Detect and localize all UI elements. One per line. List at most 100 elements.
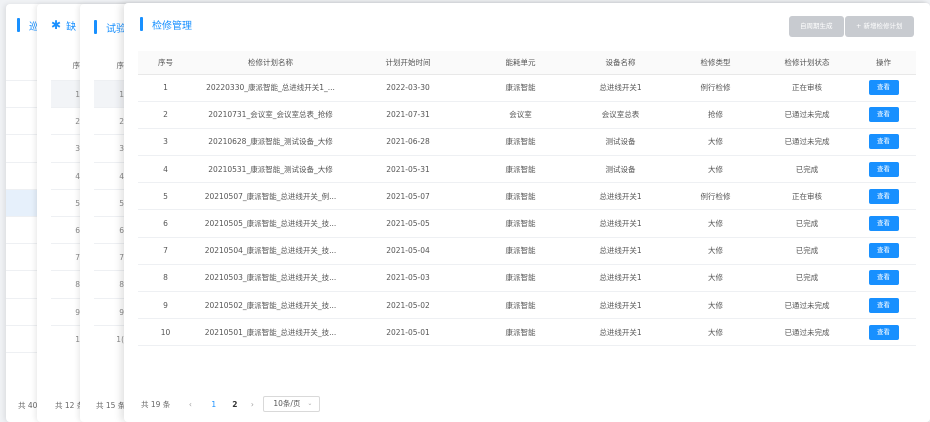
panel-title-inspection: 巡 (17, 17, 39, 33)
cell-start-time: 2021-06-28 (348, 128, 468, 157)
cell-type: 大修 (668, 128, 763, 157)
title-bar-accent (17, 18, 20, 32)
list-item: 9 (51, 297, 80, 325)
cell-status: 已完成 (763, 237, 851, 265)
cell-type: 例行检修 (668, 74, 763, 102)
add-plan-button[interactable]: + 新增检修计划 (845, 16, 914, 37)
cell-type: 例行检修 (668, 182, 763, 211)
page-size-select[interactable]: 10条/页 ⌄ (263, 396, 321, 412)
cell-plan-name: 20210501_康派智能_总进线开关_技... (193, 318, 348, 347)
list-item (6, 161, 37, 189)
panel-title-text: 缺 (66, 21, 77, 33)
cell-energy-unit: 康派智能 (468, 264, 573, 293)
cell-index: 9 (138, 291, 193, 320)
cell-status: 已完成 (763, 264, 851, 293)
cell-status: 已通过未完成 (763, 291, 851, 320)
table-header-index: 序 (72, 61, 81, 70)
cell-plan-name: 20210504_康派智能_总进线开关_技... (193, 237, 348, 265)
view-button[interactable]: 查看 (868, 161, 899, 177)
table-row: 7 20210504_康派智能_总进线开关_技... 2021-05-04 康派智能总… (138, 237, 916, 265)
cell-device: 总进线开关1 (573, 74, 668, 102)
view-button[interactable]: 查看 (868, 107, 899, 123)
table-row: 10 20210501_康派智能_总进线开关_技... 2021-05-01 康派智能… (138, 318, 916, 347)
view-button[interactable]: 查看 (868, 216, 899, 232)
cell-energy-unit: 康派智能 (468, 155, 573, 184)
view-button[interactable]: 查看 (868, 80, 899, 96)
page-title: 检修管理 (140, 16, 192, 32)
list-item: 6 (51, 216, 80, 243)
view-button[interactable]: 查看 (868, 243, 899, 259)
cell-action: 查看 (851, 264, 916, 293)
cell-index: 4 (138, 155, 193, 184)
title-bar-accent (94, 20, 97, 34)
auto-generate-button[interactable]: 自周期生成 (789, 16, 844, 37)
cell-plan-name: 20210531_康派智能_测试设备_大修 (193, 155, 348, 184)
cell-type: 大修 (668, 264, 763, 293)
cell-plan-name: 20210507_康派智能_总进线开关_例... (193, 182, 348, 211)
col-action-header: 操作 (851, 51, 916, 75)
list-item: 8 (94, 270, 124, 297)
row-index: 1( (116, 334, 124, 344)
view-button[interactable]: 查看 (868, 270, 899, 286)
list-item (6, 297, 37, 325)
table-header-index: 序 (116, 61, 125, 70)
panel-title-text: 试验 (106, 23, 126, 35)
list-item: 5 (51, 188, 80, 216)
page-button-1[interactable]: 1 (203, 400, 224, 409)
col-status-header: 检修计划状态 (763, 51, 851, 75)
cell-index: 8 (138, 264, 193, 293)
cell-device: 总进线开关1 (573, 237, 668, 265)
view-button[interactable]: 查看 (868, 297, 899, 313)
cell-start-time: 2021-05-31 (348, 155, 468, 184)
col-device-header: 设备名称 (573, 51, 668, 75)
cell-device: 总进线开关1 (573, 318, 668, 347)
list-item: 9 (94, 297, 124, 325)
view-button[interactable]: 查看 (868, 188, 899, 204)
page-button-2[interactable]: 2 (224, 400, 245, 409)
cell-start-time: 2021-05-02 (348, 291, 468, 320)
list-item (6, 216, 37, 243)
table-row: 4 20210531_康派智能_测试设备_大修 2021-05-31 康派智能 测试设备… (138, 155, 916, 184)
list-item (6, 324, 37, 352)
cell-device: 会议室总表 (573, 101, 668, 129)
list-item: 4 (94, 161, 124, 189)
cell-start-time: 2021-05-07 (348, 182, 468, 211)
list-item: 8 (51, 270, 80, 297)
cell-start-time: 2021-05-01 (348, 318, 468, 347)
panel-footer-total: 共 40 (18, 401, 38, 410)
cell-energy-unit: 康派智能 (468, 291, 573, 320)
cell-energy-unit: 康派智能 (468, 182, 573, 211)
cell-action: 查看 (851, 101, 916, 129)
cell-energy-unit: 康派智能 (468, 318, 573, 347)
view-button[interactable]: 查看 (868, 324, 899, 340)
cell-action: 查看 (851, 74, 916, 102)
cell-device: 总进线开关1 (573, 291, 668, 320)
table-row: 6 20210505_康派智能_总进线开关_技... 2021-05-05 康派智能总… (138, 209, 916, 238)
list-item: 3 (51, 134, 80, 161)
list-item: 7 (94, 243, 124, 270)
cell-type: 大修 (668, 155, 763, 184)
cell-index: 6 (138, 209, 193, 238)
col-type-header: 检修类型 (668, 51, 763, 75)
cell-energy-unit: 会议室 (468, 101, 573, 129)
view-button[interactable]: 查看 (868, 134, 899, 150)
puzzle-icon: ✱ (51, 18, 62, 32)
cell-type: 大修 (668, 209, 763, 238)
cell-start-time: 2021-05-03 (348, 264, 468, 293)
cell-type: 大修 (668, 237, 763, 265)
cell-plan-name: 20210505_康派智能_总进线开关_技... (193, 209, 348, 238)
cell-device: 总进线开关1 (573, 182, 668, 211)
list-item: 5 (94, 188, 124, 216)
next-page-icon[interactable]: › (245, 400, 259, 409)
prev-page-icon[interactable]: ‹ (183, 400, 197, 409)
cell-status: 已完成 (763, 209, 851, 238)
list-item: 2 (51, 107, 80, 134)
list-item: 3 (94, 134, 124, 161)
cell-energy-unit: 康派智能 (468, 128, 573, 157)
cell-action: 查看 (851, 237, 916, 265)
cell-status: 已完成 (763, 155, 851, 184)
cell-type: 大修 (668, 318, 763, 347)
cell-status: 正在审核 (763, 182, 851, 211)
list-item (6, 270, 37, 297)
table-row: 3 20210628_康派智能_测试设备_大修 2021-06-28 康派智能 测试设备… (138, 128, 916, 157)
